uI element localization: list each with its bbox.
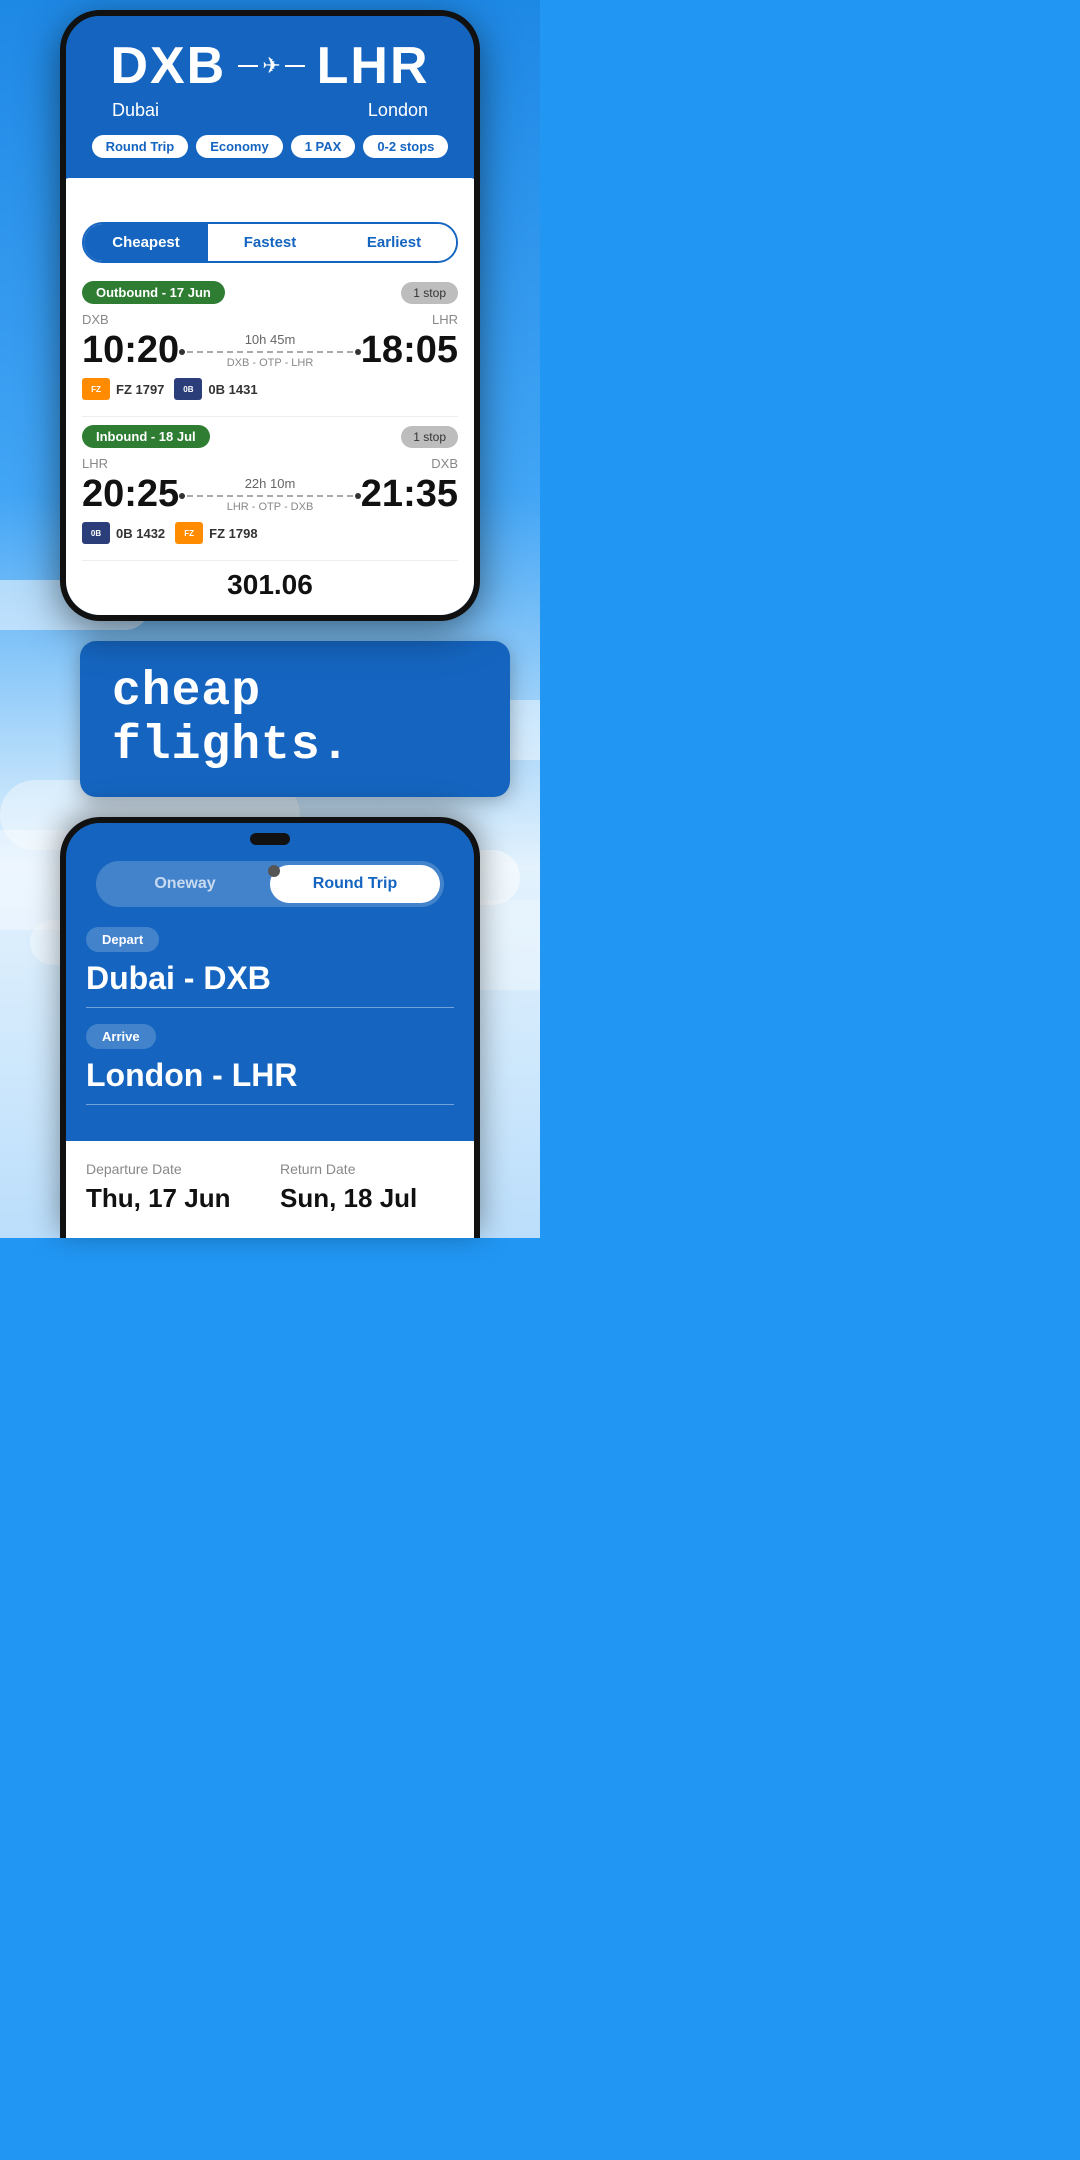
inbound-arrive: 21:35	[361, 473, 458, 516]
inbound-times: 20:25 22h 10m LHR - OTP - DXB 21:35	[82, 473, 458, 516]
inbound-flight-1: 0B 1432	[116, 526, 165, 541]
return-date-col[interactable]: Return Date Sun, 18 Jul	[280, 1161, 454, 1214]
outbound-airline-2: 0B 0B 1431	[174, 378, 257, 400]
outbound-depart: 10:20	[82, 329, 179, 372]
return-date-value: Sun, 18 Jul	[280, 1183, 454, 1214]
arrive-label: Arrive	[86, 1024, 156, 1049]
outbound-times: 10:20 10h 45m DXB - OTP - LHR 18:05	[82, 329, 458, 372]
inbound-route: LHR - OTP - DXB	[179, 501, 361, 513]
dates-section: Departure Date Thu, 17 Jun Return Date S…	[66, 1141, 474, 1238]
inbound-stops: 1 stop	[401, 426, 458, 448]
return-date-label: Return Date	[280, 1161, 454, 1177]
inbound-airline-2: FZ FZ 1798	[175, 522, 257, 544]
outbound-airlines: FZ FZ 1797 0B 0B 1431	[82, 378, 458, 400]
flydubai-logo-2: FZ	[175, 522, 203, 544]
inbound-flight-2: FZ 1798	[209, 526, 257, 541]
outbound-airline-1: FZ FZ 1797	[82, 378, 164, 400]
outbound-to: LHR	[432, 312, 458, 327]
tags-row: Round Trip Economy 1 PAX 0-2 stops	[82, 135, 458, 158]
outbound-from: DXB	[82, 312, 109, 327]
departure-date-col[interactable]: Departure Date Thu, 17 Jun	[86, 1161, 260, 1214]
filter-tabs: Cheapest Fastest Earliest	[82, 222, 458, 263]
form-section: Depart Dubai - DXB Arrive London - LHR	[66, 927, 474, 1141]
tarom-logo-2: 0B	[82, 522, 110, 544]
destination-city: London	[368, 100, 428, 121]
trip-toggle[interactable]: Oneway Round Trip	[96, 861, 444, 907]
dates-row: Departure Date Thu, 17 Jun Return Date S…	[86, 1161, 454, 1214]
tarom-logo: 0B	[174, 378, 202, 400]
inbound-depart: 20:25	[82, 473, 179, 516]
depart-field[interactable]: Depart Dubai - DXB	[86, 927, 454, 1008]
phone2-notch	[250, 833, 290, 845]
destination-code: LHR	[317, 36, 430, 96]
trip-option-oneway[interactable]: Oneway	[100, 865, 270, 903]
trip-option-roundtrip[interactable]: Round Trip	[270, 865, 440, 903]
toggle-indicator	[268, 865, 280, 877]
inbound-flight-card[interactable]: Inbound - 18 Jul 1 stop LHR DXB 20:25 22…	[82, 425, 458, 544]
arrive-field[interactable]: Arrive London - LHR	[86, 1024, 454, 1105]
inbound-header: Inbound - 18 Jul 1 stop	[82, 425, 458, 448]
results-area: Cheapest Fastest Earliest Outbound - 17 …	[66, 208, 474, 615]
wave-divider	[66, 178, 474, 208]
airports-row: DXB ✈ LHR	[82, 36, 458, 96]
outbound-flight-1: FZ 1797	[116, 382, 164, 397]
phone2: Oneway Round Trip Depart Dubai - DXB Arr…	[60, 817, 480, 1238]
depart-label: Depart	[86, 927, 159, 952]
origin-city: Dubai	[112, 100, 159, 121]
outbound-flight-card[interactable]: Outbound - 17 Jun 1 stop DXB LHR 10:20 1…	[82, 281, 458, 400]
tab-fastest[interactable]: Fastest	[208, 224, 332, 261]
stops-tag[interactable]: 0-2 stops	[363, 135, 448, 158]
phone1-header: DXB ✈ LHR Dubai London Round Trip Econom…	[66, 16, 474, 178]
tab-earliest[interactable]: Earliest	[332, 224, 456, 261]
departure-date-label: Departure Date	[86, 1161, 260, 1177]
departure-date-value: Thu, 17 Jun	[86, 1183, 260, 1214]
outbound-stops: 1 stop	[401, 282, 458, 304]
depart-value[interactable]: Dubai - DXB	[86, 960, 454, 1008]
inbound-airline-1: 0B 0B 1432	[82, 522, 165, 544]
cabin-tag[interactable]: Economy	[196, 135, 283, 158]
outbound-duration-info: 10h 45m DXB - OTP - LHR	[179, 332, 361, 369]
outbound-label: Outbound - 17 Jun	[82, 281, 225, 304]
tab-cheapest[interactable]: Cheapest	[84, 224, 208, 261]
phone1: DXB ✈ LHR Dubai London Round Trip Econom…	[60, 10, 480, 621]
inbound-label: Inbound - 18 Jul	[82, 425, 210, 448]
cheap-flights-box: cheap flights.	[80, 641, 510, 797]
outbound-airports: DXB LHR	[82, 312, 458, 327]
cheap-flights-text: cheap flights.	[112, 665, 478, 773]
inbound-duration: 22h 10m	[179, 476, 361, 491]
outbound-header: Outbound - 17 Jun 1 stop	[82, 281, 458, 304]
arrive-value[interactable]: London - LHR	[86, 1057, 454, 1105]
outbound-route: DXB - OTP - LHR	[179, 357, 361, 369]
inbound-to: DXB	[431, 456, 458, 471]
inbound-airports: LHR DXB	[82, 456, 458, 471]
outbound-arrive: 18:05	[361, 329, 458, 372]
inbound-from: LHR	[82, 456, 108, 471]
outbound-duration: 10h 45m	[179, 332, 361, 347]
city-row: Dubai London	[82, 100, 458, 121]
inbound-duration-info: 22h 10m LHR - OTP - DXB	[179, 476, 361, 513]
outbound-flight-2: 0B 1431	[208, 382, 257, 397]
plane-icon: ✈	[238, 53, 304, 79]
flydubai-logo: FZ	[82, 378, 110, 400]
price-value: 301.06	[227, 569, 313, 600]
price-preview: 301.06	[82, 560, 458, 615]
inbound-airlines: 0B 0B 1432 FZ FZ 1798	[82, 522, 458, 544]
trip-type-tag[interactable]: Round Trip	[92, 135, 189, 158]
origin-code: DXB	[110, 36, 226, 96]
pax-tag[interactable]: 1 PAX	[291, 135, 356, 158]
middle-section: cheap flights.	[0, 611, 540, 817]
